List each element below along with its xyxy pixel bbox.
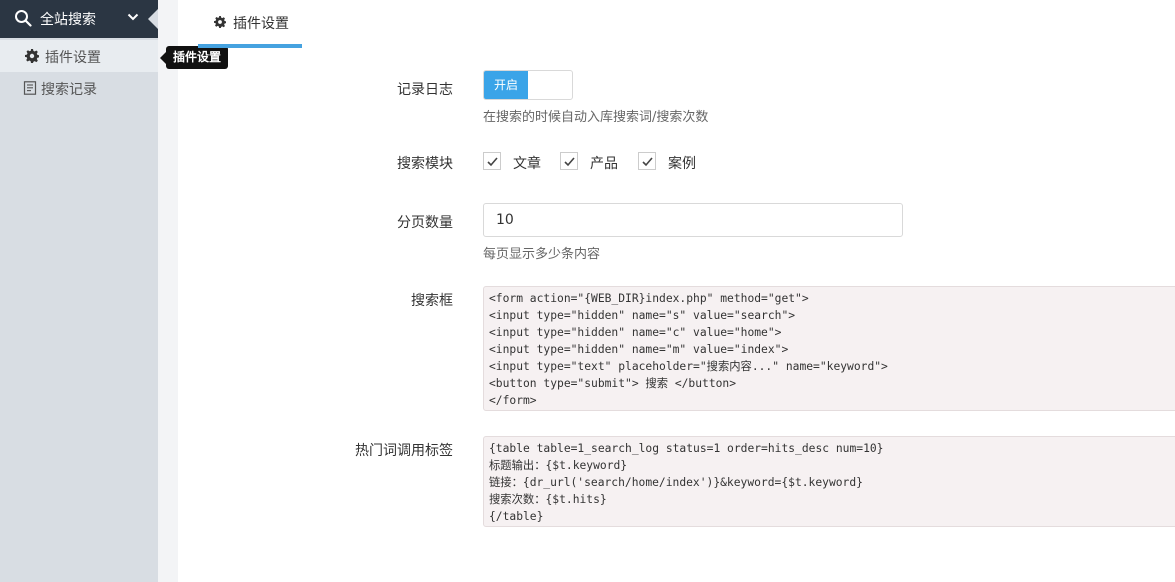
module-checkbox-article[interactable]: 文章 <box>483 152 553 172</box>
sidebar-item-search-records[interactable]: 搜索记录 <box>0 72 158 104</box>
sidebar-item-plugin-settings[interactable]: 插件设置 <box>0 40 158 72</box>
log-label: 记录日志 <box>397 82 453 98</box>
check-icon <box>564 157 575 167</box>
gear-icon <box>214 16 226 28</box>
document-icon <box>23 81 37 95</box>
log-toggle[interactable]: 开启 <box>483 70 573 100</box>
checkbox-label: 产品 <box>590 156 618 172</box>
checkbox[interactable] <box>638 152 656 170</box>
hotwords-label: 热门词调用标签 <box>355 443 453 459</box>
checkbox-label: 案例 <box>668 156 696 172</box>
chevron-down-icon[interactable] <box>127 12 139 22</box>
check-icon <box>642 157 653 167</box>
search-icon <box>15 10 32 27</box>
checkbox[interactable] <box>560 152 578 170</box>
pagesize-input[interactable] <box>483 203 903 237</box>
module-checkbox-case[interactable]: 案例 <box>638 152 708 172</box>
toggle-on-label: 开启 <box>484 71 528 99</box>
tab-active-indicator <box>198 44 302 48</box>
sidebar-notch <box>148 9 158 29</box>
content-gutter <box>158 0 178 582</box>
sidebar-title: 全站搜索 <box>40 12 96 28</box>
searchbox-code[interactable]: <form action="{WEB_DIR}index.php" method… <box>483 286 1175 411</box>
modules-label: 搜索模块 <box>397 156 453 172</box>
hotwords-code[interactable]: {table table=1_search_log status=1 order… <box>483 436 1175 527</box>
sidebar: 全站搜索 插件设置 搜索记录 <box>0 0 158 582</box>
tab-label: 插件设置 <box>233 16 289 32</box>
gear-icon <box>25 49 39 63</box>
searchbox-label: 搜索框 <box>411 293 453 309</box>
tooltip: 插件设置 <box>159 46 229 69</box>
pagesize-help: 每页显示多少条内容 <box>483 247 601 262</box>
module-checkbox-product[interactable]: 产品 <box>560 152 630 172</box>
tab-plugin-settings[interactable]: 插件设置 <box>198 0 302 48</box>
sidebar-header[interactable]: 全站搜索 <box>0 0 158 38</box>
log-help: 在搜索的时候自动入库搜索词/搜索次数 <box>483 110 709 125</box>
pagesize-label: 分页数量 <box>397 215 453 231</box>
sidebar-item-label: 插件设置 <box>45 50 101 66</box>
check-icon <box>487 157 498 167</box>
sidebar-item-label: 搜索记录 <box>41 82 97 98</box>
checkbox-label: 文章 <box>513 156 541 172</box>
checkbox[interactable] <box>483 152 501 170</box>
